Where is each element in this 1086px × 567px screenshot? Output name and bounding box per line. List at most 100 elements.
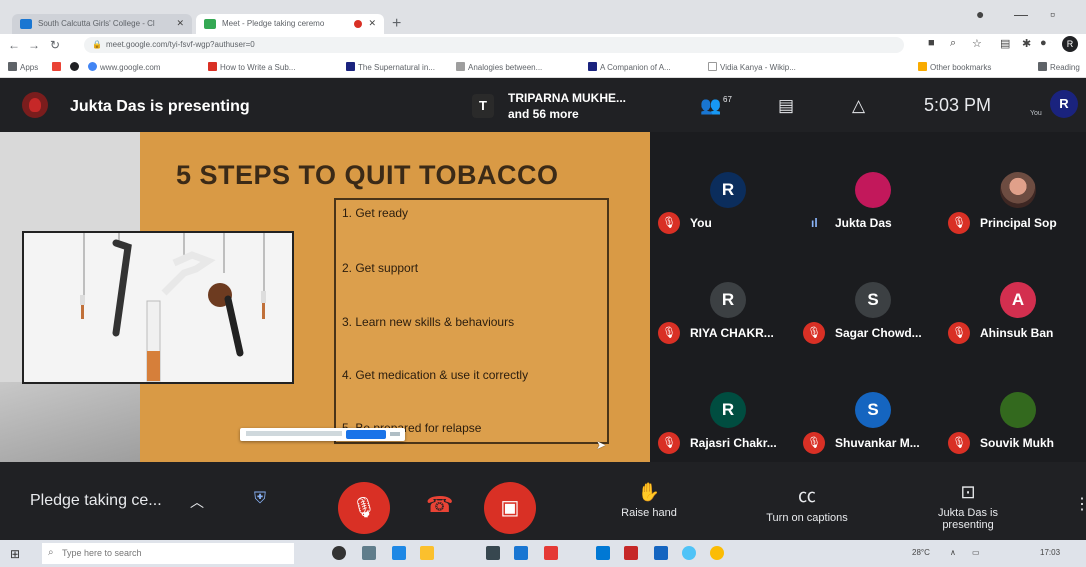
back-icon[interactable]: ← [8, 38, 20, 52]
file-explorer-icon[interactable] [420, 546, 434, 560]
minimize-icon[interactable]: — [1014, 6, 1028, 22]
self-avatar[interactable]: R [1050, 90, 1078, 118]
weather-text[interactable]: 28°C [912, 548, 930, 557]
people-count: 67 [723, 95, 732, 104]
app-icon[interactable] [392, 546, 406, 560]
url-text: meet.google.com/tyi-fsvf-wgp?authuser=0 [106, 40, 255, 49]
meeting-clock: 5:03 PM [924, 95, 992, 115]
forward-icon[interactable]: → [28, 38, 40, 52]
chrome-icon[interactable] [710, 546, 724, 560]
bookmark-google[interactable]: www.google.com [88, 62, 160, 72]
present-screen-icon: ⊡ [960, 482, 976, 502]
more-options-icon[interactable]: ⋮ [1074, 494, 1086, 514]
mic-toggle-button[interactable]: 🎙 [338, 482, 390, 534]
participant-photo [855, 172, 891, 208]
browser-tab-college[interactable]: South Calcutta Girls' College - Cl ✕ [12, 14, 192, 34]
participant-tile[interactable]: ıl Jukta Das [795, 132, 940, 242]
mic-off-icon: 🎙 [658, 322, 680, 344]
taskbar-clock[interactable]: 17:03 [1040, 548, 1060, 557]
store-icon[interactable] [486, 546, 500, 560]
star-icon[interactable]: ☆ [972, 37, 982, 50]
url-input[interactable]: 🔒 meet.google.com/tyi-fsvf-wgp?authuser=… [84, 37, 904, 53]
browser-tab-bar: South Calcutta Girls' College - Cl ✕ Mee… [0, 0, 1086, 34]
maximize-icon[interactable]: ▫ [1050, 6, 1055, 22]
camera-off-icon: ▣ [500, 497, 520, 519]
mouse-cursor-icon: ➤ [596, 438, 607, 452]
app-icon[interactable] [654, 546, 668, 560]
profile-avatar[interactable]: R [1062, 36, 1078, 52]
mic-off-icon: 🎙 [803, 432, 825, 454]
step-2: 2. Get support [342, 261, 419, 275]
activities-icon[interactable]: △ [852, 96, 865, 116]
bookmark-supernatural[interactable]: The Supernatural in... [346, 62, 435, 72]
pipes-illustration [80, 233, 266, 382]
camera-indicator-icon[interactable]: ■ [928, 37, 935, 49]
participant-tile[interactable]: R 🎙 You [650, 132, 795, 242]
extension-icon[interactable]: ▤ [1000, 37, 1010, 50]
participant-tile[interactable]: S 🎙 Sagar Chowd... [795, 242, 940, 352]
app-icon[interactable] [624, 546, 638, 560]
meeting-title[interactable]: Pledge taking ce... [30, 492, 162, 510]
participant-tile[interactable]: 🎙 Principal Sop [940, 132, 1085, 242]
close-tab-icon[interactable]: ✕ [176, 18, 184, 29]
cast-icon[interactable]: ● [1040, 37, 1047, 49]
mic-off-icon: 🎙 [948, 322, 970, 344]
taskbar-search[interactable]: ⌕ Type here to search [42, 543, 294, 564]
bookmark-reading[interactable]: Reading [1038, 62, 1080, 72]
edge-icon[interactable] [682, 546, 696, 560]
gmail-icon[interactable] [52, 62, 64, 72]
participant-tile[interactable]: R 🎙 RIYA CHAKR... [650, 242, 795, 352]
shield-icon[interactable]: ⛨ [254, 490, 266, 508]
tray-chevron-icon[interactable]: ∧ [950, 548, 956, 557]
presenting-button[interactable]: ⊡ Jukta Das is presenting [918, 482, 1018, 531]
participant-name: Rajasri Chakr... [690, 436, 777, 450]
tab-title: South Calcutta Girls' College - Cl [38, 19, 155, 28]
task-view-icon[interactable] [362, 546, 376, 560]
cortana-icon[interactable] [332, 546, 346, 560]
participant-tile[interactable]: A 🎙 Ahinsuk Ban [940, 242, 1085, 352]
chevron-up-icon[interactable]: ︿ [190, 492, 204, 512]
bookmark-apps[interactable]: Apps [8, 62, 38, 72]
windows-start-icon[interactable]: ⊞ [10, 547, 20, 561]
camera-toggle-button[interactable]: ▣ [484, 482, 536, 534]
meet-top-bar: Jukta Das is presenting T TRIPARNA MUKHE… [0, 78, 1086, 132]
raise-hand-button[interactable]: ✋ Raise hand [594, 482, 704, 519]
account-icon[interactable]: ● [976, 6, 984, 22]
tobacco-pipes-image [22, 231, 294, 384]
bookmark-how-to-write[interactable]: How to Write a Sub... [208, 62, 295, 72]
participant-tile[interactable]: S 🎙 Shuvankar M... [795, 352, 940, 462]
captions-button[interactable]: ㏄ Turn on captions [752, 482, 862, 524]
app-icon[interactable] [514, 546, 528, 560]
people-icon[interactable]: 👥 [700, 96, 721, 116]
bookmark-analogies[interactable]: Analogies between... [456, 62, 542, 72]
stop-sharing-button[interactable] [346, 430, 386, 439]
new-tab-button[interactable]: + [392, 15, 401, 33]
network-icon[interactable]: ▭ [972, 548, 980, 557]
pinned-name: TRIPARNA MUKHE... [508, 91, 626, 105]
pinned-participant[interactable]: TRIPARNA MUKHE... and 56 more [508, 90, 626, 122]
bookmark-other[interactable]: Other bookmarks [918, 62, 991, 72]
presenter-avatar [22, 92, 48, 118]
mail-icon[interactable] [596, 546, 610, 560]
meet-control-bar: Pledge taking ce... ︿ ⛨ 🎙 ☎ ▣ ✋ Raise ha… [0, 462, 1086, 540]
hide-notice-button[interactable] [390, 432, 400, 436]
presenting-status: Jukta Das is presenting [938, 507, 998, 531]
participant-avatar: R [710, 172, 746, 208]
end-call-button[interactable]: ☎ [426, 492, 453, 518]
participant-tile[interactable]: 🎙 Souvik Mukh [940, 352, 1085, 462]
puzzle-icon[interactable]: ✱ [1022, 37, 1031, 50]
chat-icon[interactable]: ▤ [778, 96, 794, 116]
close-tab-icon[interactable]: ✕ [368, 18, 376, 29]
browser-tab-meet[interactable]: Meet - Pledge taking ceremo ✕ [196, 14, 384, 34]
participant-avatar: A [1000, 282, 1036, 318]
participant-name: Shuvankar M... [835, 436, 920, 450]
github-icon[interactable] [70, 62, 82, 72]
app-icon[interactable] [544, 546, 558, 560]
mic-off-icon: 🎙 [803, 322, 825, 344]
participant-tile[interactable]: R 🎙 Rajasri Chakr... [650, 352, 795, 462]
presenting-label: Jukta Das is presenting [70, 98, 250, 115]
bookmark-companion[interactable]: A Companion of A... [588, 62, 671, 72]
zoom-icon[interactable]: ⌕ [950, 37, 956, 50]
bookmark-wikipedia[interactable]: Vidia Kanya - Wikip... [708, 62, 796, 72]
reload-icon[interactable]: ↻ [50, 38, 60, 52]
